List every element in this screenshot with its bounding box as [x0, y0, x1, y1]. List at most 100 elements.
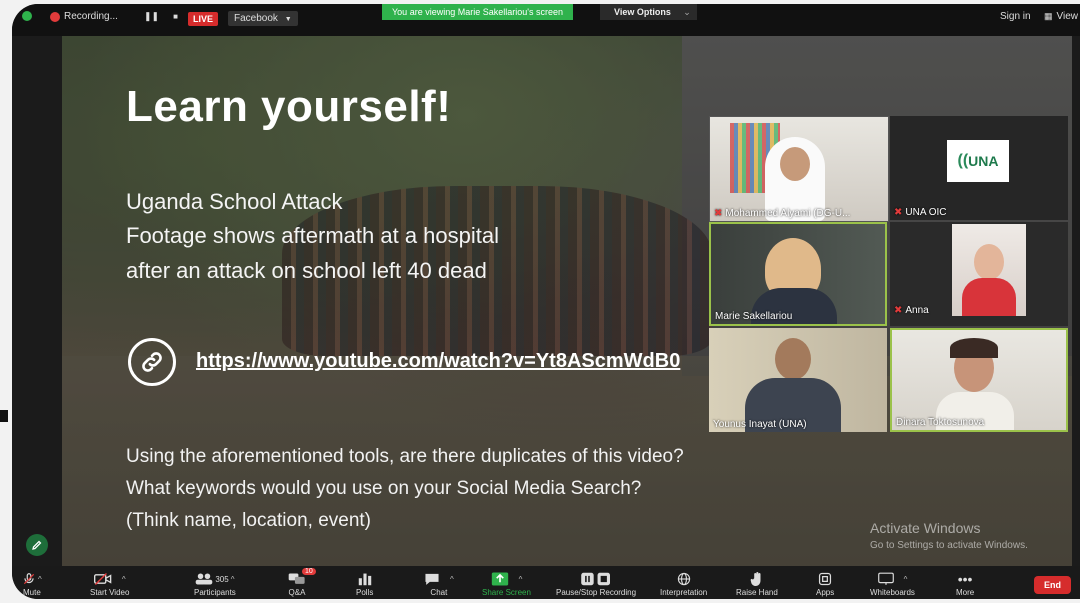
- apps-label: Apps: [816, 588, 835, 597]
- chevron-down-icon: ⌄: [683, 6, 691, 17]
- participant-video: [974, 244, 1004, 280]
- sign-in-link[interactable]: Sign in: [1000, 11, 1031, 22]
- whiteboards-button[interactable]: ^ Whiteboards: [870, 570, 915, 597]
- viewing-screen-banner: You are viewing Marie Sakellariou's scre…: [382, 4, 573, 20]
- viewing-banner-text: You are viewing Marie Sakellariou's scre…: [392, 7, 563, 17]
- start-video-label: Start Video: [90, 588, 130, 597]
- mute-label: Mute: [22, 588, 41, 597]
- slide-title: Learn yourself!: [126, 82, 452, 131]
- interpretation-button[interactable]: Interpretation: [660, 570, 707, 597]
- chat-button[interactable]: ^ Chat: [424, 570, 454, 597]
- participants-button[interactable]: 305 ^ Participants: [194, 570, 236, 597]
- participant-name: ✖ Anna: [894, 305, 929, 316]
- polls-label: Polls: [356, 588, 374, 597]
- video-tile-dinara[interactable]: Dinara Toktosunova: [890, 328, 1068, 432]
- raise-hand-label: Raise Hand: [736, 588, 778, 597]
- apps-icon: [818, 570, 832, 588]
- view-options-dropdown[interactable]: ⌄: [677, 4, 697, 20]
- zoom-window: Recording... ❚❚ ■ LIVE Facebook ▼ You ar…: [12, 4, 1080, 599]
- qa-button[interactable]: 10 Q&A: [288, 568, 316, 597]
- link-icon: [128, 338, 176, 386]
- video-tile-anna[interactable]: ✖ Anna: [890, 222, 1068, 326]
- pause-recording-button[interactable]: Pause/Stop Recording: [556, 570, 636, 597]
- recording-label: Recording...: [64, 11, 118, 22]
- participant-name: Marie Sakellariou: [715, 311, 793, 322]
- window-edge-marker: [0, 410, 8, 422]
- share-screen-label: Share Screen: [482, 588, 531, 597]
- participants-label: Participants: [194, 588, 236, 597]
- polls-icon: [358, 570, 372, 588]
- slide-line-3: after an attack on school left 40 dead: [126, 258, 487, 283]
- participant-name: Dinara Toktosunova: [896, 417, 985, 428]
- muted-mic-icon: ✖: [894, 305, 903, 316]
- muted-mic-icon: ✖: [714, 208, 723, 219]
- raise-hand-icon: [750, 570, 764, 588]
- qa-label: Q&A: [288, 588, 306, 597]
- polls-button[interactable]: Polls: [356, 570, 373, 597]
- una-logo: (( UNA: [947, 140, 1009, 182]
- participants-icon: 305 ^: [195, 570, 234, 588]
- slide-line-2: Footage shows aftermath at a hospital: [126, 223, 499, 248]
- view-options-button[interactable]: View Options: [600, 4, 685, 20]
- pause-recording-label: Pause/Stop Recording: [556, 588, 637, 597]
- participant-video: [775, 338, 811, 380]
- globe-icon: [677, 570, 691, 588]
- grid-view-icon: ▦: [1044, 11, 1053, 21]
- slide-question-3: (Think name, location, event): [126, 510, 372, 531]
- more-button[interactable]: ••• More: [956, 570, 974, 597]
- chevron-up-icon: ^: [230, 574, 235, 584]
- chevron-up-icon: ^: [450, 574, 454, 584]
- whiteboards-label: Whiteboards: [870, 588, 915, 597]
- view-button[interactable]: View: [1057, 11, 1079, 22]
- participant-name: ✖ UNA OIC: [894, 207, 947, 218]
- stream-target-label: Facebook: [234, 13, 278, 24]
- slide-question-1: Using the aforementioned tools, are ther…: [126, 446, 684, 467]
- qa-icon: 10: [288, 568, 316, 588]
- participant-video: [962, 278, 1016, 316]
- participant-video: [950, 338, 998, 358]
- participant-video: [780, 147, 810, 181]
- qa-badge: 10: [302, 568, 316, 575]
- meeting-toolbar: ^ Mute ^ Start Video 305 ^ Participants …: [12, 566, 1080, 599]
- raise-hand-button[interactable]: Raise Hand: [736, 570, 778, 597]
- end-meeting-button[interactable]: End: [1034, 576, 1071, 594]
- participants-count: 305: [215, 574, 229, 584]
- una-logo-text: UNA: [968, 153, 999, 169]
- more-icon: •••: [957, 571, 973, 587]
- chat-icon: ^: [424, 570, 454, 588]
- stream-target-select[interactable]: Facebook ▼: [228, 11, 298, 26]
- whiteboard-icon: ^: [877, 570, 907, 588]
- video-tile-marie[interactable]: Marie Sakellariou: [709, 222, 887, 326]
- video-off-icon: ^: [93, 570, 126, 588]
- chat-label: Chat: [430, 588, 448, 597]
- slide-question-2: What keywords would you use on your Soci…: [126, 478, 642, 499]
- apps-button[interactable]: Apps: [816, 570, 834, 597]
- activate-windows-title: Activate Windows: [870, 520, 981, 536]
- stop-recording-icon[interactable]: ■: [173, 12, 178, 21]
- more-label: More: [956, 588, 975, 597]
- video-tile-younus[interactable]: Younus Inayat (UNA): [709, 328, 887, 432]
- live-badge: LIVE: [188, 11, 219, 26]
- muted-mic-icon: ✖: [894, 207, 903, 218]
- activate-windows-subtitle: Go to Settings to activate Windows.: [870, 540, 1028, 551]
- security-shield-icon[interactable]: [22, 11, 32, 21]
- video-tile-una-oic[interactable]: (( UNA ✖ UNA OIC: [890, 116, 1068, 220]
- meeting-top-bar: Recording... ❚❚ ■ LIVE Facebook ▼ You ar…: [12, 4, 1080, 36]
- chevron-up-icon: ^: [518, 574, 523, 584]
- youtube-link[interactable]: https://www.youtube.com/watch?v=Yt8AScmW…: [196, 350, 680, 373]
- annotate-pencil-icon[interactable]: [26, 534, 48, 556]
- mute-button[interactable]: ^ Mute: [22, 570, 42, 597]
- participant-name: Younus Inayat (UNA): [713, 419, 807, 430]
- signal-icon: ((: [957, 152, 969, 169]
- slide-line-1: Uganda School Attack: [126, 189, 343, 214]
- view-options-label: View Options: [614, 7, 671, 17]
- start-video-button[interactable]: ^ Start Video: [90, 570, 129, 597]
- pause-recording-icon[interactable]: ❚❚: [144, 11, 159, 22]
- video-tile-mohammed[interactable]: ✖ Mohammed Alyami (DG-U...: [709, 116, 889, 222]
- pause-stop-icon: [580, 570, 612, 588]
- share-screen-icon: ^: [491, 570, 523, 588]
- muted-mic-icon: ^: [22, 570, 42, 588]
- share-screen-button[interactable]: ^ Share Screen: [482, 570, 531, 597]
- recording-dot-icon: [50, 11, 60, 22]
- chevron-down-icon: ▼: [284, 16, 292, 23]
